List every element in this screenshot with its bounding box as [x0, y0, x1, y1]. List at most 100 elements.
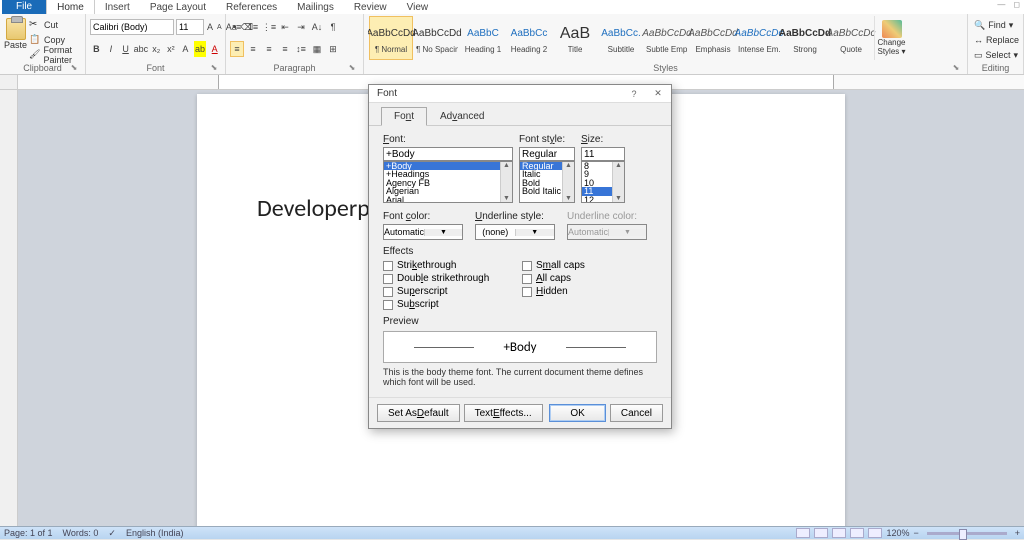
strikethrough-checkbox[interactable] — [383, 261, 393, 271]
increase-indent-button[interactable]: ⇥ — [294, 19, 308, 35]
styles-launcher-icon[interactable]: ⬊ — [951, 63, 961, 73]
shrink-font-button[interactable]: A — [216, 19, 223, 35]
multilevel-button[interactable]: ⋮≡ — [262, 19, 276, 35]
style-box-emphasis[interactable]: AaBbCcDdEmphasis — [691, 16, 735, 60]
zoom-level[interactable]: 120% — [886, 528, 909, 538]
text-effects-button[interactable]: A — [179, 41, 192, 57]
clipboard-launcher-icon[interactable]: ⬊ — [69, 63, 79, 73]
line-spacing-button[interactable]: ↕≡ — [294, 41, 308, 57]
subscript-button[interactable]: x₂ — [150, 41, 163, 57]
font-list-scrollbar[interactable] — [500, 162, 512, 202]
tab-page-layout[interactable]: Page Layout — [140, 0, 216, 14]
window-minimize-icon[interactable]: — — [997, 0, 1005, 9]
tab-file[interactable]: File — [2, 0, 46, 14]
align-center-button[interactable]: ≡ — [246, 41, 260, 57]
tab-insert[interactable]: Insert — [95, 0, 140, 14]
style-list-scrollbar[interactable] — [562, 162, 574, 202]
status-words[interactable]: Words: 0 — [63, 528, 99, 539]
dialog-help-button[interactable]: ? — [625, 87, 643, 101]
cut-button[interactable]: Cut — [27, 18, 81, 32]
tab-mailings[interactable]: Mailings — [287, 0, 344, 14]
bold-button[interactable]: B — [90, 41, 103, 57]
numbering-button[interactable]: 1≡ — [246, 19, 260, 35]
zoom-in-button[interactable]: + — [1015, 528, 1020, 538]
small-caps-checkbox[interactable] — [522, 261, 532, 271]
paste-button[interactable]: Paste — [4, 16, 27, 62]
cancel-button[interactable]: Cancel — [610, 404, 663, 422]
set-default-button[interactable]: Set As Default — [377, 404, 460, 422]
dialog-tab-advanced[interactable]: Advanced — [427, 107, 497, 125]
style-box-title[interactable]: AaBTitle — [553, 16, 597, 60]
dialog-close-button[interactable]: ✕ — [649, 87, 667, 101]
tab-references[interactable]: References — [216, 0, 287, 14]
underline-style-combo[interactable]: (none)▼ — [475, 224, 555, 240]
decrease-indent-button[interactable]: ⇤ — [278, 19, 292, 35]
borders-button[interactable]: ⊞ — [326, 41, 340, 57]
style-box-heading-[interactable]: AaBbCHeading 1 — [461, 16, 505, 60]
double-strikethrough-checkbox[interactable] — [383, 274, 393, 284]
zoom-out-button[interactable]: − — [913, 528, 918, 538]
style-box-subtle-emp-[interactable]: AaBbCcDdSubtle Emp... — [645, 16, 689, 60]
size-list-scrollbar[interactable] — [612, 162, 624, 202]
dialog-tab-font[interactable]: Font — [381, 107, 427, 126]
style-box--no-spacing[interactable]: AaBbCcDd¶ No Spacing — [415, 16, 459, 60]
size-field-input[interactable] — [581, 147, 625, 161]
subscript-checkbox[interactable] — [383, 300, 393, 310]
sort-button[interactable]: A↓ — [310, 19, 324, 35]
tab-home[interactable]: Home — [46, 0, 95, 14]
change-styles-button[interactable]: ChangeStyles ▾ — [874, 16, 908, 60]
find-button[interactable]: 🔍 Find ▾ — [972, 18, 1019, 32]
status-proof-icon[interactable]: ✓ — [108, 528, 116, 539]
status-language[interactable]: English (India) — [126, 528, 184, 539]
style-box-intense-em-[interactable]: AaBbCcDcIntense Em... — [737, 16, 781, 60]
zoom-slider[interactable] — [927, 532, 1007, 535]
status-page[interactable]: Page: 1 of 1 — [4, 528, 53, 539]
grow-font-button[interactable]: A — [206, 19, 214, 35]
text-effects-button[interactable]: Text Effects... — [464, 404, 543, 422]
underline-button[interactable]: U — [119, 41, 132, 57]
tab-review[interactable]: Review — [344, 0, 397, 14]
style-field-input[interactable] — [519, 147, 575, 161]
justify-button[interactable]: ≡ — [278, 41, 292, 57]
font-color-button[interactable]: A — [208, 41, 221, 57]
font-size-select[interactable] — [176, 19, 204, 35]
tab-view[interactable]: View — [397, 0, 439, 14]
view-print-layout-button[interactable] — [796, 528, 810, 538]
italic-button[interactable]: I — [105, 41, 118, 57]
align-left-button[interactable]: ≡ — [230, 41, 244, 57]
style-field-list[interactable]: Regular Italic Bold Bold Italic — [519, 161, 575, 203]
align-right-button[interactable]: ≡ — [262, 41, 276, 57]
style-box-heading-[interactable]: AaBbCcHeading 2 — [507, 16, 551, 60]
ok-button[interactable]: OK — [549, 404, 605, 422]
show-marks-button[interactable]: ¶ — [326, 19, 340, 35]
highlight-button[interactable]: ab — [194, 41, 207, 57]
font-color-combo[interactable]: Automatic▼ — [383, 224, 463, 240]
style-box-quote[interactable]: AaBbCcDcQuote — [829, 16, 873, 60]
view-draft-button[interactable] — [868, 528, 882, 538]
ruler-vertical[interactable] — [0, 90, 18, 526]
strikethrough-button[interactable]: abc — [134, 41, 148, 57]
dialog-titlebar[interactable]: Font ? ✕ — [369, 85, 671, 103]
font-field-input[interactable] — [383, 147, 513, 161]
view-fullscreen-button[interactable] — [814, 528, 828, 538]
font-field-list[interactable]: +Body +Headings Agency FB Algerian Arial — [383, 161, 513, 203]
superscript-checkbox[interactable] — [383, 287, 393, 297]
shading-button[interactable]: ▦ — [310, 41, 324, 57]
replace-button[interactable]: ↔ Replace — [972, 33, 1019, 47]
font-launcher-icon[interactable]: ⬊ — [209, 63, 219, 73]
view-outline-button[interactable] — [850, 528, 864, 538]
all-caps-checkbox[interactable] — [522, 274, 532, 284]
bullets-button[interactable]: •≡ — [230, 19, 244, 35]
style-box--normal[interactable]: AaBbCcDd¶ Normal — [369, 16, 413, 60]
paragraph-launcher-icon[interactable]: ⬊ — [347, 63, 357, 73]
superscript-button[interactable]: x² — [165, 41, 178, 57]
list-item[interactable]: Arial — [384, 196, 512, 203]
format-painter-button[interactable]: Format Painter — [27, 48, 81, 62]
window-restore-icon[interactable]: ◻ — [1013, 0, 1020, 9]
font-name-select[interactable] — [90, 19, 174, 35]
select-button[interactable]: ▭ Select ▾ — [972, 48, 1019, 62]
style-box-strong[interactable]: AaBbCcDdStrong — [783, 16, 827, 60]
style-box-subtitle[interactable]: AaBbCc.Subtitle — [599, 16, 643, 60]
size-field-list[interactable]: 8 9 10 11 12 — [581, 161, 625, 203]
hidden-checkbox[interactable] — [522, 287, 532, 297]
